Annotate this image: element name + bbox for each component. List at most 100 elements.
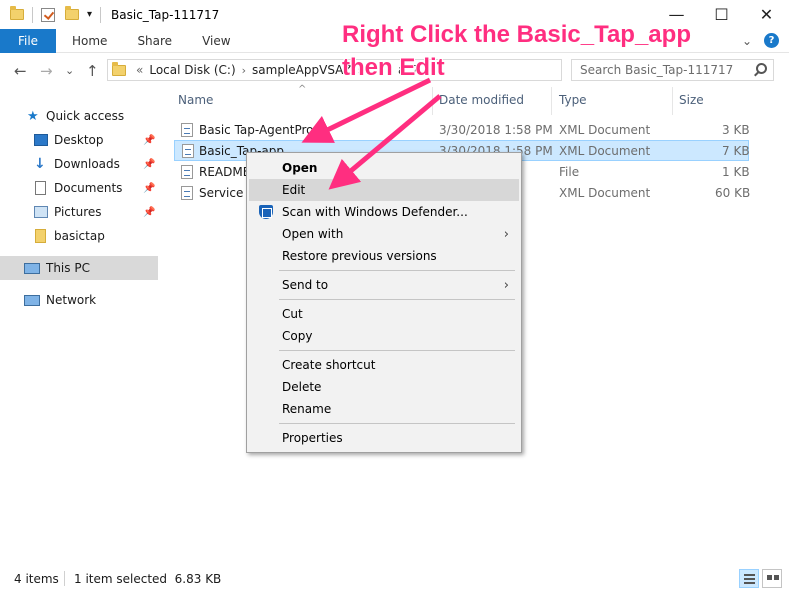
sidebar-item-label: Desktop (54, 133, 104, 147)
desktop-icon (34, 134, 48, 146)
sidebar-item-label: basictap (54, 229, 105, 243)
sidebar-item-label: Documents (54, 181, 123, 195)
file-name: README (199, 164, 251, 179)
search-placeholder: Search Basic_Tap-111717 (580, 63, 734, 77)
shield-icon (259, 205, 273, 219)
annotation-line-2: then Edit (342, 54, 445, 81)
breadcrumb-sampleappvsaz[interactable]: sampleAppVSAZ (252, 63, 352, 77)
menu-item-copy[interactable]: Copy (249, 325, 519, 347)
menu-item-restore-previous[interactable]: Restore previous versions (249, 245, 519, 267)
close-button[interactable]: ✕ (744, 0, 789, 29)
menu-item-properties[interactable]: Properties (249, 427, 519, 449)
breadcrumb-separator[interactable]: › (242, 64, 246, 77)
search-input[interactable]: Search Basic_Tap-111717 (571, 59, 774, 81)
menu-item-scan-defender[interactable]: Scan with Windows Defender... (249, 201, 519, 223)
menu-item-open-with[interactable]: Open with › (249, 223, 519, 245)
annotation-line-1: Right Click the Basic_Tap_app (342, 21, 691, 48)
column-header-date-modified[interactable]: Date modified (439, 93, 524, 107)
folder-icon[interactable] (10, 6, 24, 20)
folder-icon (35, 229, 46, 243)
sidebar-item-pictures[interactable]: Pictures 📌 (0, 200, 158, 224)
help-icon[interactable]: ? (764, 33, 779, 48)
sidebar-item-label: Network (46, 293, 97, 307)
pin-icon[interactable]: 📌 (143, 135, 155, 146)
breadcrumb-overflow[interactable]: « (136, 63, 143, 77)
tab-home[interactable]: Home (56, 34, 122, 48)
menu-item-label: Properties (282, 431, 343, 445)
pin-icon[interactable]: 📌 (143, 183, 155, 194)
back-arrow-icon[interactable]: ← (14, 62, 27, 80)
address-input[interactable]: « Local Disk (C:) › sampleAppVSAZ › a 7 (107, 59, 562, 81)
ribbon-controls: ⌄ ? (742, 33, 779, 48)
file-size: 7 KB (722, 143, 750, 158)
star-icon: ★ (27, 108, 39, 124)
file-size: 1 KB (722, 164, 750, 179)
download-icon: ↓ (34, 156, 46, 172)
column-divider[interactable] (551, 87, 552, 115)
file-size: 3 KB (722, 122, 750, 137)
details-view-button[interactable] (739, 569, 759, 588)
column-header-name[interactable]: Name (178, 93, 213, 107)
network-icon (24, 294, 40, 306)
forward-arrow-icon[interactable]: → (40, 62, 53, 80)
sidebar-item-label: Pictures (54, 205, 102, 219)
selection-info: 1 item selected 6.83 KB (74, 572, 222, 586)
sidebar-item-documents[interactable]: Documents 📌 (0, 176, 158, 200)
tab-view[interactable]: View (187, 34, 245, 48)
column-header-type[interactable]: Type (559, 93, 587, 107)
sidebar-item-label: Downloads (54, 157, 120, 171)
menu-item-label: Open (282, 161, 318, 175)
new-folder-icon[interactable] (65, 6, 79, 20)
pin-icon[interactable]: 📌 (143, 159, 155, 170)
menu-item-label: Open with (282, 227, 344, 241)
menu-item-create-shortcut[interactable]: Create shortcut (249, 354, 519, 376)
menu-item-send-to[interactable]: Send to › (249, 274, 519, 296)
breadcrumb-local-disk[interactable]: Local Disk (C:) (149, 63, 235, 77)
menu-item-label: Restore previous versions (282, 249, 437, 263)
large-icons-view-button[interactable] (762, 569, 782, 588)
pin-icon[interactable]: 📌 (143, 207, 155, 218)
sidebar-item-basictap[interactable]: basictap (0, 224, 158, 248)
maximize-button[interactable]: ☐ (699, 0, 744, 29)
documents-icon (35, 181, 46, 195)
properties-icon[interactable] (41, 7, 55, 22)
file-name: Basic Tap-AgentProc (199, 122, 321, 137)
sidebar-item-label: Quick access (46, 109, 125, 123)
menu-item-label: Scan with Windows Defender... (282, 205, 468, 219)
computer-icon (24, 262, 40, 274)
menu-divider (279, 350, 515, 351)
menu-divider (279, 423, 515, 424)
quick-access-toolbar: ▾ (0, 6, 105, 23)
sidebar-item-desktop[interactable]: Desktop 📌 (0, 128, 158, 152)
menu-item-open[interactable]: Open (249, 157, 519, 179)
menu-item-label: Send to (282, 278, 329, 292)
file-type: File (559, 164, 580, 179)
xml-file-icon (181, 122, 193, 137)
file-type: XML Document (559, 185, 651, 200)
tab-file[interactable]: File (0, 28, 56, 53)
column-header-size[interactable]: Size (679, 93, 704, 107)
menu-item-rename[interactable]: Rename (249, 398, 519, 420)
menu-item-label: Rename (282, 402, 332, 416)
expand-ribbon-icon[interactable]: ⌄ (742, 34, 752, 48)
table-row[interactable]: Basic Tap-AgentProc 3/30/2018 1:58 PM XM… (174, 119, 750, 140)
column-divider[interactable] (432, 87, 433, 115)
divider (64, 571, 65, 586)
sidebar-item-quick-access[interactable]: ★ Quick access (0, 104, 158, 128)
column-divider[interactable] (672, 87, 673, 115)
up-arrow-icon[interactable]: ↑ (86, 62, 99, 80)
menu-item-delete[interactable]: Delete (249, 376, 519, 398)
tab-share[interactable]: Share (122, 34, 187, 48)
file-type: XML Document (559, 122, 651, 137)
sidebar-item-this-pc[interactable]: This PC (0, 256, 158, 280)
menu-item-edit[interactable]: Edit (249, 179, 519, 201)
menu-item-cut[interactable]: Cut (249, 303, 519, 325)
sidebar-item-network[interactable]: Network (0, 288, 158, 312)
customize-toolbar-dropdown[interactable]: ▾ (87, 9, 92, 20)
file-date: 3/30/2018 1:58 PM (439, 122, 553, 137)
window-title: Basic_Tap-111717 (111, 7, 220, 22)
menu-divider (279, 270, 515, 271)
sidebar-item-downloads[interactable]: ↓ Downloads 📌 (0, 152, 158, 176)
folder-icon (112, 61, 126, 76)
recent-locations-icon[interactable]: ⌄ (65, 64, 74, 77)
